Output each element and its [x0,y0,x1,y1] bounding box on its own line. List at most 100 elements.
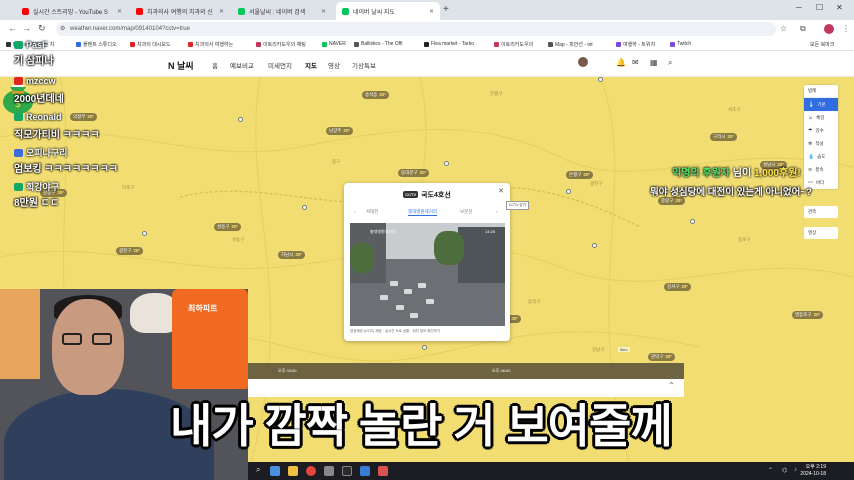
tab-naver-search[interactable]: 서울날씨 : 네이버 검색 ✕ [232,2,332,20]
temp-badge[interactable]: 구리시 20° [710,133,738,141]
cctv-marker[interactable] [690,219,695,224]
bookmark-item[interactable]: Map - 피안선 - int [548,41,593,48]
mail-icon[interactable]: ✉ [632,58,639,67]
volume-icon[interactable]: ♪ [794,467,797,473]
tab-youtube-stream[interactable]: 실시간 스트리밍 - YouTube S ✕ [16,2,128,20]
legend-item-temperature[interactable]: 🌡 기온 [804,98,838,111]
legend-observation[interactable]: 관측 [804,206,838,218]
apps-grid-icon[interactable]: ▦ [650,58,658,67]
search-icon[interactable]: ⌕ [668,58,672,68]
chevron-right-icon[interactable]: › [496,209,498,214]
close-icon[interactable]: ✕ [498,187,504,195]
cctv-tab[interactable]: 보문산 [460,209,472,215]
system-clock[interactable]: 오후 2:19 2024-10-18 [800,464,826,478]
close-icon[interactable]: ✕ [114,8,122,15]
nav-weather-alert[interactable]: 기상특보 [352,60,376,70]
bookmark-item[interactable]: Twitch [670,41,691,47]
bookmark-item[interactable]: 여행하 - 트위치 [616,41,655,48]
forecast-timeline[interactable]: 오후 03:00 오후 06:00 [246,363,684,379]
close-icon[interactable]: ✕ [426,8,434,15]
tab-youtube-dentist[interactable]: 치과의사 여행의 치과의 신 ✕ [130,2,230,20]
app-icon[interactable] [324,466,334,476]
nav-video[interactable]: 영상 [328,60,340,70]
chat-badge-icon [14,41,23,49]
temp-badge[interactable]: 하남시 20° [278,251,306,259]
temp-badge[interactable]: 관악구 20° [648,353,676,361]
cctv-marker[interactable] [422,345,427,350]
bookmark-item[interactable]: 치과의 대시보드 [130,41,171,48]
all-bookmarks[interactable]: 모든 북마크 [810,41,834,48]
temp-badge[interactable]: 영등포구 20° [792,311,824,319]
network-icon[interactable]: ⌬ [782,467,787,474]
forward-icon[interactable]: → [22,23,31,33]
cctv-marker[interactable] [238,117,243,122]
nav-home[interactable]: 홈 [212,60,218,70]
chevron-left-icon[interactable]: ‹ [354,209,356,214]
chrome-icon[interactable] [306,466,316,476]
tray-chevron-icon[interactable]: ⌃ [768,467,773,474]
new-tab-button[interactable]: + [443,4,449,15]
cctv-video-frame[interactable]: 충대병원네거리 14:26 [350,223,505,326]
cctv-tab[interactable]: 서대전 [366,209,378,215]
search-icon[interactable]: ⌕ [256,465,260,475]
cctv-marker[interactable] [566,189,571,194]
tab-naver-weather-map[interactable]: 네이버 날씨 지도 ✕ [336,2,440,20]
bookmark-label: 플랜트 스튜디오 [83,42,117,48]
legend-item-feels-like[interactable]: ☺ 체감 [804,111,838,124]
bookmark-item[interactable]: 이토리카도우의 [494,41,533,48]
bookmark-icon [616,42,621,47]
user-avatar[interactable] [578,57,588,67]
app-icon[interactable] [378,466,388,476]
reload-icon[interactable]: ↻ [38,23,46,34]
temp-badge[interactable]: 중랑구 20° [658,197,686,205]
temp-badge[interactable]: 강서구 20° [664,283,692,291]
bookmark-star-icon[interactable]: ☆ [780,24,787,33]
close-window-icon[interactable]: ✕ [836,3,843,12]
temp-badge[interactable]: 동대문구 20° [398,169,430,177]
task-view-icon[interactable] [270,466,280,476]
cctv-marker[interactable] [302,205,307,210]
legend-item-humidity[interactable]: 💧 습도 [804,150,838,163]
minimize-icon[interactable]: ─ [796,3,802,12]
bell-icon[interactable]: 🔔 [616,58,626,67]
naver-weather-logo[interactable]: N 날씨 [168,59,194,72]
legend-video[interactable]: 영상 [804,227,838,239]
menu-icon[interactable]: ⋮ [842,24,850,33]
close-icon[interactable]: ✕ [216,8,224,15]
temp-badge[interactable]: 성동구 20° [214,223,242,231]
legend-header[interactable]: 범례 [804,85,838,98]
temp-badge[interactable]: 송석동 20° [362,91,390,99]
cctv-marker[interactable] [592,243,597,248]
bookmark-item[interactable]: Flea market - Tarko [424,41,474,47]
bookmark-item[interactable]: 이토리카도우의 채팅 [256,41,306,48]
url-input[interactable]: ⚙ weather.naver.com/map/09140104?cctv=tr… [56,22,776,36]
legend-item-precipitation[interactable]: ☂ 강수 [804,124,838,137]
cctv-tab-active[interactable]: 충대병원네거리 [408,209,437,216]
bookmark-item[interactable]: NAVER [322,41,346,47]
cctv-marker[interactable] [142,231,147,236]
temp-badge[interactable]: 광진구 20° [116,247,144,255]
bookmark-item[interactable]: 플랜트 스튜디오 [76,41,117,48]
nav-forecast-compare[interactable]: 예보비교 [230,60,254,70]
legend-item-wind[interactable]: ≋ 풍속 [804,163,838,176]
maximize-icon[interactable]: ☐ [816,3,823,12]
cctv-marker[interactable] [598,77,603,82]
app-icon[interactable] [360,466,370,476]
file-explorer-icon[interactable] [288,466,298,476]
obs-icon[interactable] [342,466,352,476]
site-info-icon[interactable]: ⚙ [60,22,65,36]
temp-badge[interactable]: 남양주 20° [326,127,354,135]
temp-badge[interactable]: 은평구 20° [566,171,594,179]
profile-avatar[interactable] [824,24,834,34]
nav-fine-dust[interactable]: 미세먼지 [268,60,292,70]
extensions-icon[interactable]: ⧉ [800,24,806,34]
bookmark-item[interactable]: 치과의사 여행하는 [188,41,233,48]
temp-badge[interactable]: 의정부 20° [70,113,98,121]
bookmark-item[interactable]: Ballistics - The Offi [354,41,403,47]
back-icon[interactable]: ← [8,23,17,33]
cctv-marker[interactable] [444,161,449,166]
legend-item-snow[interactable]: ❄ 적설 [804,137,838,150]
nav-map[interactable]: 지도 [305,60,317,70]
chevron-up-icon[interactable]: ⌃ [668,381,675,390]
close-icon[interactable]: ✕ [318,8,326,15]
